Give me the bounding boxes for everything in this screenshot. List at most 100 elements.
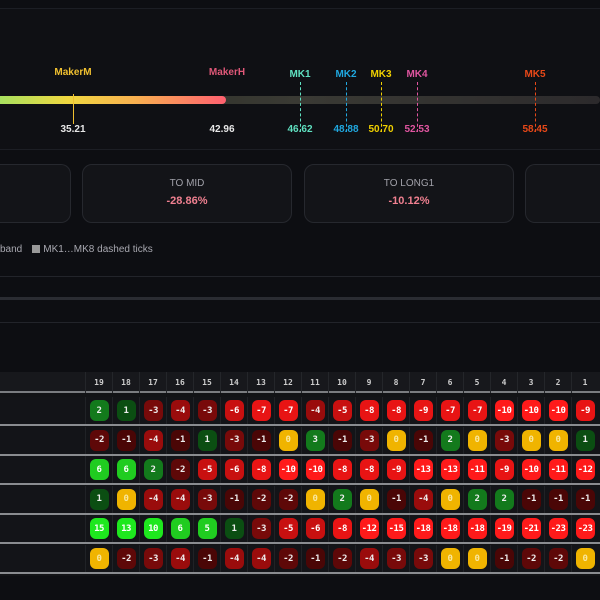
maker-line xyxy=(73,94,74,124)
value-pill: 0 xyxy=(89,548,109,569)
tick-label: MK2 xyxy=(335,69,357,80)
table-cell: -5 xyxy=(193,456,220,484)
divider xyxy=(0,297,600,300)
legend-ticks-label: MK1…MK8 dashed ticks xyxy=(43,244,153,255)
value-pill: -12 xyxy=(575,459,595,481)
value-pill: -1 xyxy=(332,429,352,451)
column-header: 3 xyxy=(517,372,544,393)
tick-label: MK5 xyxy=(524,69,546,80)
value-pill: 0 xyxy=(440,488,460,510)
value-pill: -3 xyxy=(359,429,379,451)
table-cell: -7 xyxy=(274,397,301,424)
value-pill: -2 xyxy=(251,488,271,510)
table-row: 0 -2 -3 -4 -1 -4 -4 -2 -1 -2 -4 -3 -3 0 0 -1 -2 -2 0 xyxy=(0,545,600,574)
table-cell: 2 xyxy=(436,426,463,454)
value-pill: -1 xyxy=(575,488,595,510)
table-cell: -6 xyxy=(301,515,328,543)
table-cell: -1 xyxy=(544,485,571,513)
table-cell: 6 xyxy=(166,515,193,543)
value-pill: 2 xyxy=(440,429,460,451)
table-cell: 2 xyxy=(490,485,517,513)
table-cell: -6 xyxy=(220,456,247,484)
value-pill: -4 xyxy=(359,548,379,569)
column-header: 19 xyxy=(85,372,112,393)
card-value: -28.86% xyxy=(166,195,208,207)
value-pill: -7 xyxy=(467,400,487,421)
value-pill: 0 xyxy=(305,488,325,510)
table-cell: -2 xyxy=(85,426,112,454)
table-cell: 0 xyxy=(112,485,139,513)
table-cell: -18 xyxy=(463,515,490,543)
heatmap-table: 19 18 17 16 15 14 13 12 11 10 9 8 7 6 5 4 3 2 1 2 1 -3 -4 -3 -6… xyxy=(0,372,600,576)
table-cell: -10 xyxy=(490,397,517,424)
column-header: 9 xyxy=(355,372,382,393)
table-cell: -4 xyxy=(220,545,247,572)
table-row: 2 1 -3 -4 -3 -6 -7 -7 -4 -5 -8 -8 -9 -7 -7 -10 -10 -10 -9 xyxy=(0,397,600,426)
value-pill: 0 xyxy=(575,548,595,569)
table-cell: 2 xyxy=(328,485,355,513)
table-cell: -10 xyxy=(301,456,328,484)
value-pill: 1 xyxy=(197,429,217,451)
table-cell: -2 xyxy=(274,545,301,572)
value-pill: 6 xyxy=(170,518,190,540)
table-cell: -6 xyxy=(220,397,247,424)
table-cell: 0 xyxy=(463,426,490,454)
value-pill: -4 xyxy=(170,488,190,510)
maker-value: 42.96 xyxy=(209,124,235,135)
legend: band MK1…MK8 dashed ticks xyxy=(0,244,153,255)
value-pill: 0 xyxy=(521,429,541,451)
table-cell: -5 xyxy=(328,397,355,424)
value-pill: -4 xyxy=(305,400,325,421)
table-cell: 15 xyxy=(85,515,112,543)
table-cell: 2 xyxy=(139,456,166,484)
value-pill: 0 xyxy=(467,548,487,569)
table-cell: -4 xyxy=(166,545,193,572)
table-cell: 0 xyxy=(436,485,463,513)
stat-card: TO MID -28.86% xyxy=(82,164,292,223)
value-pill: -1 xyxy=(224,488,244,510)
table-cell: -1 xyxy=(382,485,409,513)
value-pill: -4 xyxy=(251,548,271,569)
table-cell: -9 xyxy=(490,456,517,484)
table-cell: -2 xyxy=(544,545,571,572)
tick-label: MK1 xyxy=(289,69,311,80)
value-pill: -8 xyxy=(359,459,379,481)
table-row: 15 13 10 6 5 1 -3 -5 -6 -8 -12 -15 -18 -18 -18 -19 -21 -2… xyxy=(0,515,600,545)
table-cell: -3 xyxy=(355,426,382,454)
value-pill: -1 xyxy=(197,548,217,569)
table-cell: 0 xyxy=(544,426,571,454)
column-header: 7 xyxy=(409,372,436,393)
value-pill: -4 xyxy=(143,488,163,510)
value-pill: -9 xyxy=(386,459,406,481)
value-pill: -7 xyxy=(440,400,460,421)
value-pill: -4 xyxy=(413,488,433,510)
value-pill: -2 xyxy=(170,459,190,481)
table-cell: -3 xyxy=(139,397,166,424)
table-cell: -23 xyxy=(571,515,598,543)
column-header: 17 xyxy=(139,372,166,393)
value-pill: -4 xyxy=(224,548,244,569)
value-pill: 2 xyxy=(332,488,352,510)
column-header: 12 xyxy=(274,372,301,393)
value-pill: 2 xyxy=(494,488,514,510)
table-cell: -1 xyxy=(517,485,544,513)
value-pill: -5 xyxy=(332,400,352,421)
value-pill: -11 xyxy=(548,459,568,481)
value-pill: -19 xyxy=(494,518,514,540)
table-cell: -1 xyxy=(328,426,355,454)
table-cell: -8 xyxy=(355,397,382,424)
value-pill: -23 xyxy=(575,518,595,540)
table-cell: -4 xyxy=(139,485,166,513)
value-pill: -18 xyxy=(440,518,460,540)
value-pill: -8 xyxy=(332,518,352,540)
value-pill: -2 xyxy=(278,548,298,569)
table-cell: -23 xyxy=(544,515,571,543)
value-pill: -18 xyxy=(413,518,433,540)
value-pill: -7 xyxy=(251,400,271,421)
table-row: -2 -1 -4 -1 1 -3 -1 0 3 -1 -3 0 -1 2 0 -3 0 0 1 xyxy=(0,426,600,456)
value-pill: 2 xyxy=(143,459,163,481)
table-cell: -3 xyxy=(490,426,517,454)
value-pill: -4 xyxy=(170,400,190,421)
column-header: 18 xyxy=(112,372,139,393)
table-cell: 1 xyxy=(571,426,598,454)
